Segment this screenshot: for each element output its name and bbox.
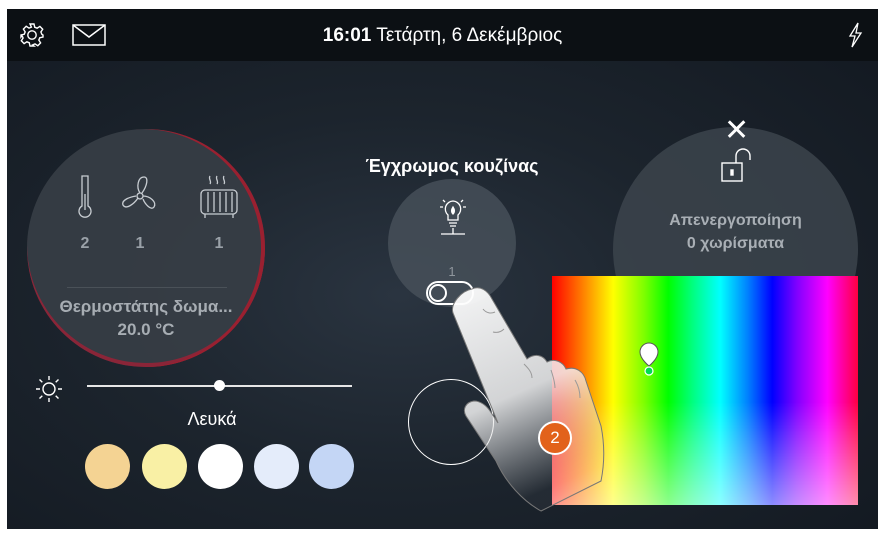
alarm-status: Απενεργοποίηση 0 χωρίσματα xyxy=(613,209,858,255)
radiator-icon xyxy=(197,174,241,225)
clock-date: Τετάρτη, 6 Δεκέμβριος xyxy=(376,25,563,46)
sun-icon xyxy=(35,375,63,408)
white-presets-label: Λευκά xyxy=(187,409,237,429)
divider xyxy=(67,287,227,288)
white-swatch-4[interactable] xyxy=(254,444,299,489)
bulb-icon xyxy=(438,197,468,246)
alarm-status-line1: Απενεργοποίηση xyxy=(669,212,802,229)
white-swatch-5[interactable] xyxy=(309,444,354,489)
fan-icon xyxy=(120,174,160,223)
light-title: Έγχρωμος κουζίνας xyxy=(365,156,539,176)
pointing-hand-illustration xyxy=(427,284,627,519)
touch-screen: 16:01 Τετάρτη, 6 Δεκέμβριος 2 1 1 Θερμοσ… xyxy=(7,9,878,529)
unlocked-padlock-icon xyxy=(720,147,756,190)
color-picker-marker[interactable] xyxy=(637,341,661,382)
alarm-status-line2: 0 χωρίσματα xyxy=(686,235,785,252)
lightning-icon[interactable] xyxy=(843,9,867,61)
thermometer-count: 2 xyxy=(80,235,90,252)
white-swatch-2[interactable] xyxy=(142,444,187,489)
fan-count: 1 xyxy=(135,235,145,252)
close-icon[interactable]: ✕ xyxy=(724,116,749,146)
clock-time: 16:01 xyxy=(322,25,372,46)
brightness-slider-handle[interactable] xyxy=(214,380,225,391)
radiator-count: 1 xyxy=(214,235,224,252)
date-time: 16:01 Τετάρτη, 6 Δεκέμβριος xyxy=(7,25,878,47)
thermostat-name: Θερμοστάτης δωμα... xyxy=(59,297,233,316)
status-bar: 16:01 Τετάρτη, 6 Δεκέμβριος xyxy=(7,9,878,61)
thermostat-label: Θερμοστάτης δωμα... 20.0 °C xyxy=(27,287,265,341)
white-swatch-3[interactable] xyxy=(198,444,243,489)
thermostat-temperature: 20.0 °C xyxy=(117,320,175,339)
light-count: 1 xyxy=(448,264,456,279)
thermometer-icon xyxy=(77,174,93,223)
white-swatch-1[interactable] xyxy=(85,444,130,489)
step-badge: 2 xyxy=(538,421,572,455)
